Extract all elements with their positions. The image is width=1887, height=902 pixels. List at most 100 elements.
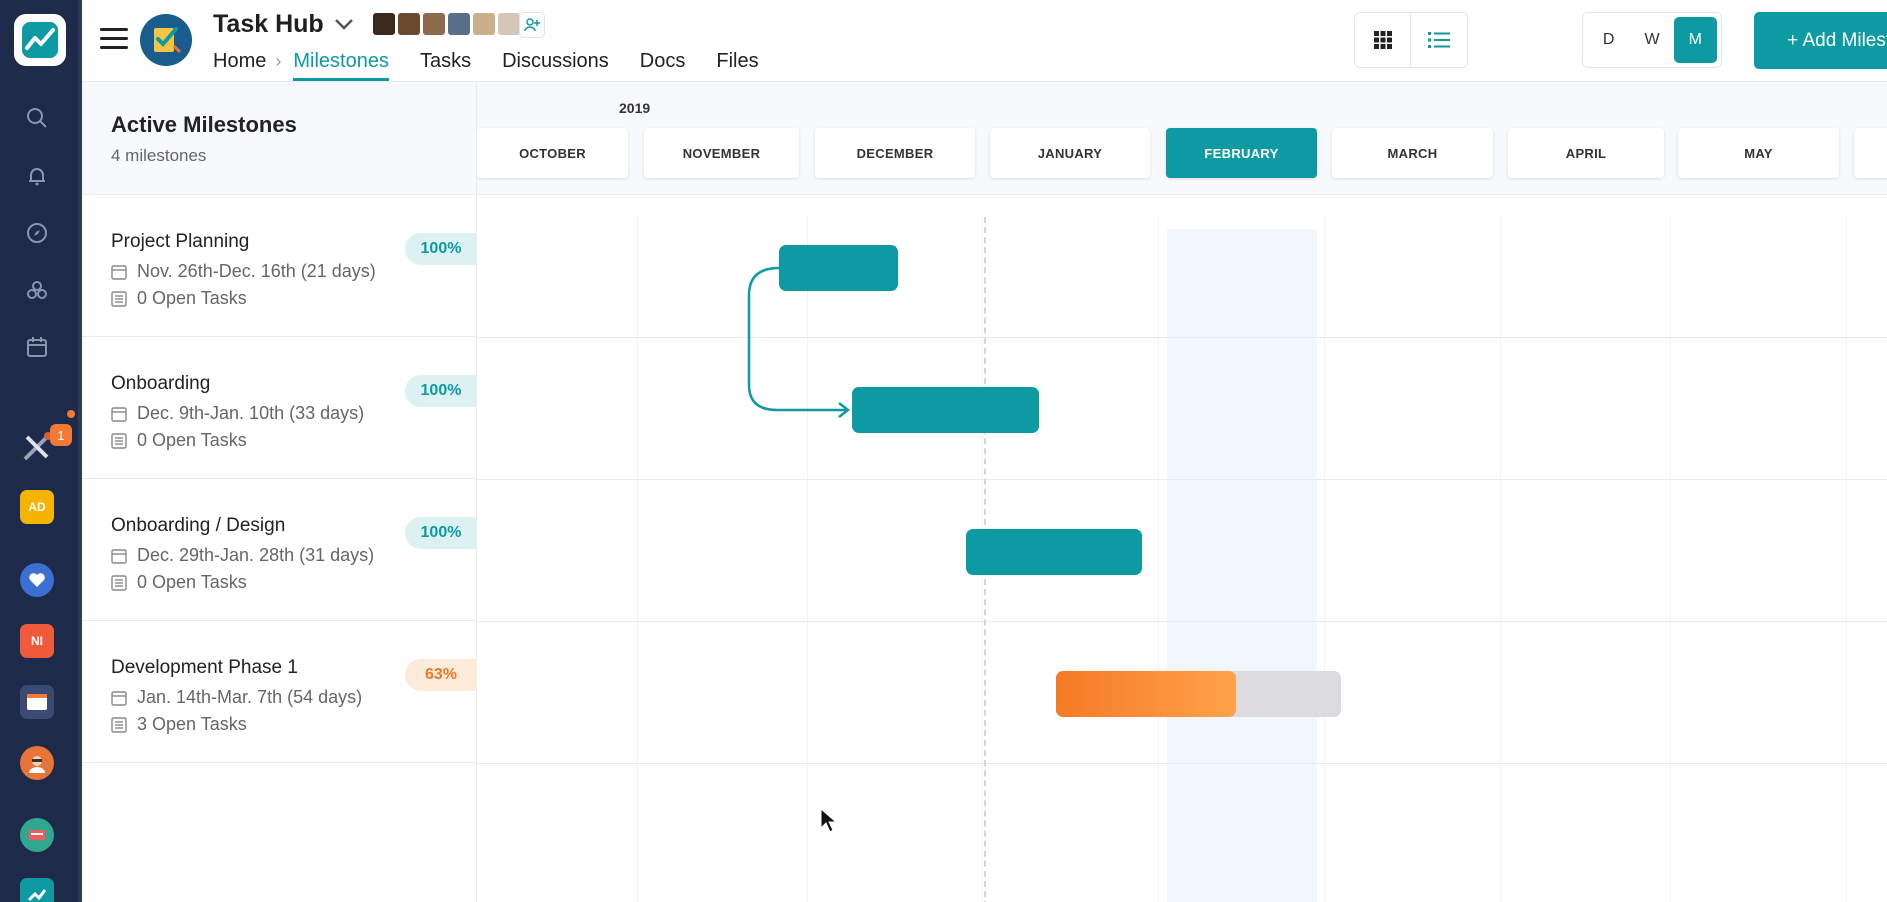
chart-app-icon[interactable]	[20, 878, 54, 902]
nav-files[interactable]: Files	[716, 50, 758, 81]
timeline-year: 2019	[619, 100, 651, 116]
month-next[interactable]	[1854, 128, 1887, 178]
nav-home[interactable]: Home	[213, 50, 266, 81]
milestones-panel-header: Active Milestones 4 milestones	[82, 82, 477, 195]
app-logo-icon	[22, 22, 58, 58]
milestone-row[interactable]: Development Phase 1 Jan. 14th-Mar. 7th (…	[82, 621, 477, 763]
grid-icon	[1373, 31, 1392, 49]
nav-tasks[interactable]: Tasks	[420, 50, 471, 81]
month-april[interactable]: APRIL	[1508, 128, 1664, 178]
row-divider	[477, 763, 1887, 764]
add-milestone-button[interactable]: + Add Milestone	[1754, 12, 1887, 69]
calendar-icon	[111, 264, 127, 280]
avatar[interactable]	[447, 12, 471, 36]
nav-milestones[interactable]: Milestones	[293, 50, 389, 81]
calendar-icon	[111, 406, 127, 422]
mouse-cursor-icon	[820, 808, 838, 833]
milestone-open-tasks: 0 Open Tasks	[137, 572, 247, 592]
milestone-open-tasks: 0 Open Tasks	[137, 288, 247, 308]
milestone-open-tasks: 0 Open Tasks	[137, 430, 247, 450]
progress-badge: 100%	[405, 233, 477, 265]
grid-line	[1324, 215, 1325, 902]
calendar-icon	[111, 690, 127, 706]
calendar-icon	[111, 548, 127, 564]
left-rail: 1 AD NI	[0, 0, 82, 902]
project-logo[interactable]	[140, 14, 192, 66]
milestone-name[interactable]: Project Planning	[111, 231, 249, 253]
milestone-bar-project-planning[interactable]	[779, 245, 898, 291]
milestone-name[interactable]: Onboarding / Design	[111, 515, 285, 537]
gantt-timeline	[477, 195, 1887, 902]
view-toggle	[1354, 12, 1468, 68]
scale-month-button[interactable]: M	[1673, 17, 1717, 63]
breadcrumb-nav: Home › Milestones Tasks Discussions Docs…	[213, 50, 790, 81]
checklist-icon	[154, 27, 182, 54]
grid-view-button[interactable]	[1355, 13, 1411, 67]
milestone-name[interactable]: Development Phase 1	[111, 657, 298, 679]
scale-week-button[interactable]: W	[1630, 17, 1673, 63]
month-may[interactable]: MAY	[1678, 128, 1839, 178]
team-icon[interactable]	[22, 275, 52, 305]
avatar[interactable]	[472, 12, 496, 36]
task-list-icon	[111, 716, 127, 733]
board-app-icon[interactable]	[20, 818, 54, 852]
month-march[interactable]: MARCH	[1332, 128, 1493, 178]
bell-icon[interactable]	[22, 161, 52, 191]
panel-subtitle: 4 milestones	[111, 146, 207, 165]
avatar[interactable]	[372, 12, 396, 36]
progress-badge: 100%	[405, 517, 477, 549]
avatar[interactable]	[397, 12, 421, 36]
month-february[interactable]: FEBRUARY	[1166, 128, 1317, 178]
compass-icon[interactable]	[22, 218, 52, 248]
scale-day-button[interactable]: D	[1587, 17, 1630, 63]
grid-line	[1846, 215, 1847, 902]
menu-icon[interactable]	[100, 28, 128, 50]
current-month-highlight	[1167, 229, 1317, 902]
member-avatars[interactable]	[372, 12, 522, 36]
milestone-dates: Jan. 14th-Mar. 7th (54 days)	[137, 687, 363, 707]
milestone-row[interactable]: Onboarding Dec. 9th-Jan. 10th (33 days) …	[82, 337, 477, 479]
milestone-open-tasks: 3 Open Tasks	[137, 714, 247, 734]
progress-badge: 100%	[405, 375, 477, 407]
user-avatar-icon[interactable]	[20, 746, 54, 780]
task-list-icon	[111, 290, 127, 307]
month-december[interactable]: DECEMBER	[815, 128, 975, 178]
task-list-icon	[111, 574, 127, 591]
search-icon[interactable]	[22, 103, 52, 133]
milestone-bar-development-progress[interactable]	[1056, 671, 1236, 717]
add-member-icon[interactable]	[519, 12, 545, 38]
timescale-toggle: D W M	[1582, 12, 1722, 68]
app-ad[interactable]: AD	[20, 490, 54, 524]
app-logo[interactable]	[14, 14, 66, 66]
chevron-right-icon: ›	[275, 51, 282, 71]
month-november[interactable]: NOVEMBER	[644, 128, 799, 178]
browser-app-icon[interactable]	[20, 685, 54, 719]
chevron-down-icon[interactable]	[332, 12, 356, 36]
row-divider	[477, 621, 1887, 622]
task-list-icon	[111, 432, 127, 449]
grid-line	[1500, 215, 1501, 902]
milestone-bar-onboarding-design[interactable]	[966, 529, 1142, 575]
calendar-icon[interactable]	[22, 332, 52, 362]
grid-line	[1158, 215, 1159, 902]
heart-app-icon[interactable]	[20, 563, 54, 597]
notification-dot	[67, 410, 75, 418]
nav-discussions[interactable]: Discussions	[502, 50, 609, 81]
milestone-dates: Dec. 29th-Jan. 28th (31 days)	[137, 545, 375, 565]
milestone-row[interactable]: Onboarding / Design Dec. 29th-Jan. 28th …	[82, 479, 477, 621]
month-october[interactable]: OCTOBER	[477, 128, 628, 178]
milestone-row[interactable]: Project Planning Nov. 26th-Dec. 16th (21…	[82, 195, 477, 337]
milestone-name[interactable]: Onboarding	[111, 373, 210, 395]
month-january[interactable]: JANUARY	[990, 128, 1150, 178]
project-title[interactable]: Task Hub	[213, 10, 324, 39]
panel-title: Active Milestones	[111, 112, 297, 137]
list-view-button[interactable]	[1411, 13, 1467, 67]
milestone-dates: Nov. 26th-Dec. 16th (21 days)	[137, 261, 376, 281]
app-ni[interactable]: NI	[20, 624, 54, 658]
avatar[interactable]	[497, 12, 521, 36]
milestone-bar-onboarding[interactable]	[852, 387, 1039, 433]
tools-badge: 1	[50, 424, 72, 446]
avatar[interactable]	[422, 12, 446, 36]
nav-docs[interactable]: Docs	[640, 50, 686, 81]
timeline-header: 2019 OCTOBER NOVEMBER DECEMBER JANUARY F…	[477, 82, 1887, 195]
